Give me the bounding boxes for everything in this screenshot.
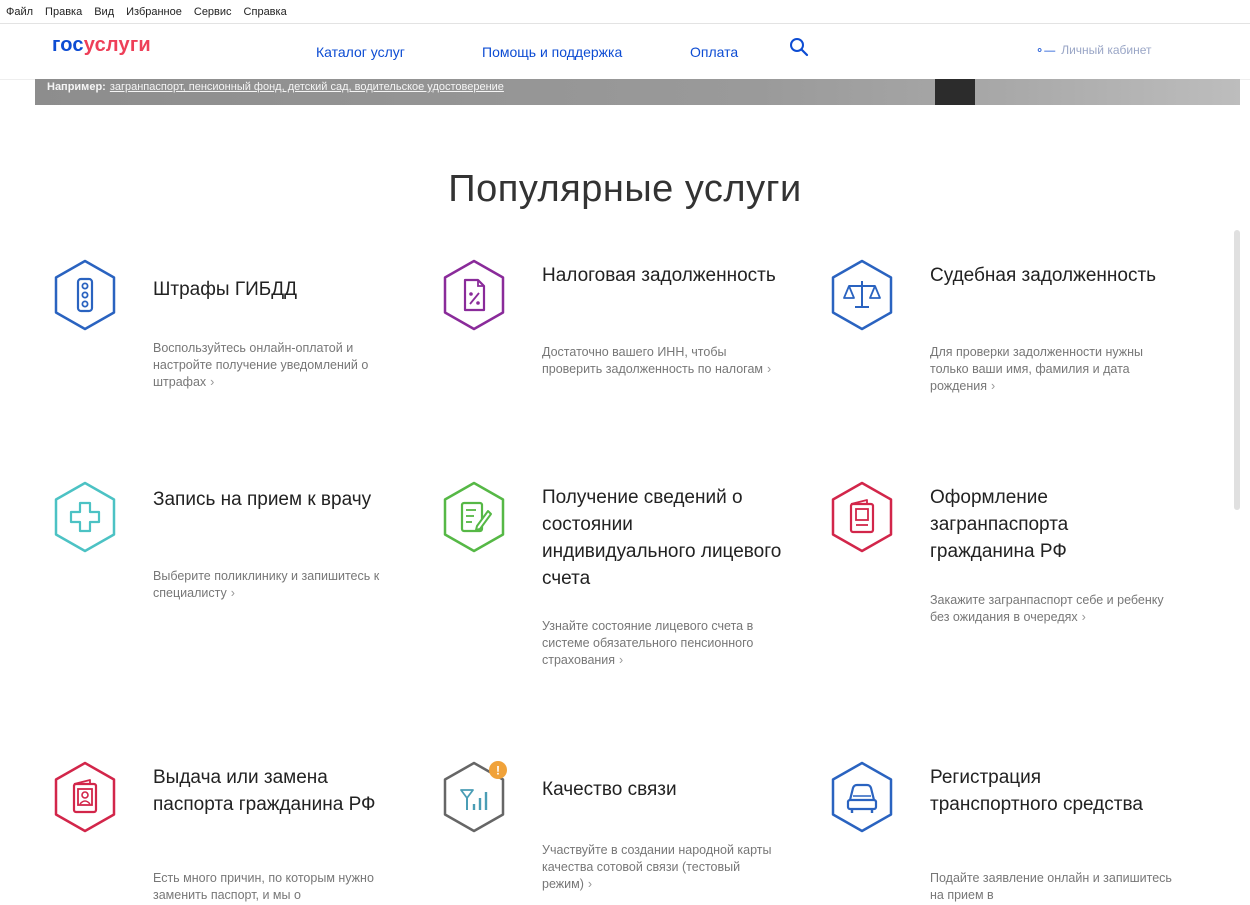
service-vehicle-registration[interactable]: Регистрация транспортного средства Подай… bbox=[829, 760, 1172, 905]
nav-payment[interactable]: Оплата bbox=[690, 44, 738, 60]
service-title[interactable]: Выдача или замена паспорта гражданина РФ bbox=[153, 764, 393, 818]
example-links[interactable]: загранпаспорт, пенсионный фонд, детский … bbox=[110, 81, 504, 93]
service-description[interactable]: Достаточно вашего ИНН, чтобы проверить з… bbox=[542, 344, 787, 378]
service-title[interactable]: Регистрация транспортного средства bbox=[930, 764, 1170, 818]
nav-help[interactable]: Помощь и поддержка bbox=[482, 44, 622, 60]
service-foreign-passport[interactable]: Оформление загранпаспорта гражданина РФ … bbox=[829, 480, 1164, 680]
section-title: Популярные услуги bbox=[448, 168, 802, 210]
service-passport-replacement[interactable]: Выдача или замена паспорта гражданина РФ… bbox=[52, 760, 375, 905]
logo-uslugi: услуги bbox=[83, 34, 151, 56]
service-traffic-fines[interactable]: Штрафы ГИБДД Воспользуйтесь онлайн-оплат… bbox=[52, 258, 372, 418]
scales-icon bbox=[831, 259, 893, 331]
chevron-right-icon: › bbox=[619, 653, 624, 667]
service-court-debt[interactable]: Судебная задолженность Для проверки задо… bbox=[829, 258, 1156, 418]
search-icon bbox=[790, 38, 809, 57]
logo-gos: гос bbox=[52, 34, 84, 56]
service-description[interactable]: Узнайте состояние лицевого счета в систе… bbox=[542, 618, 787, 669]
site-header: госуслуги Каталог услуг Помощь и поддерж… bbox=[0, 24, 1250, 80]
passport-person-icon bbox=[54, 761, 116, 833]
service-description[interactable]: Участвуйте в создании народной карты кач… bbox=[542, 842, 787, 893]
service-description[interactable]: Подайте заявление онлайн и запишитесь на… bbox=[930, 870, 1175, 904]
menu-tools[interactable]: Сервис bbox=[194, 6, 232, 18]
menu-view[interactable]: Вид bbox=[94, 6, 114, 18]
service-cellular-quality[interactable]: ! Качество связи Участвуйте в создании н… bbox=[441, 760, 772, 905]
chevron-right-icon: › bbox=[210, 375, 215, 389]
search-banner: Например: загранпаспорт, пенсионный фонд,… bbox=[35, 79, 1240, 105]
menu-favorites[interactable]: Избранное bbox=[126, 6, 182, 18]
menu-file[interactable]: Файл bbox=[6, 6, 33, 18]
chevron-right-icon: › bbox=[991, 379, 996, 393]
service-title[interactable]: Судебная задолженность bbox=[930, 262, 1170, 289]
service-description[interactable]: Закажите загранпаспорт себе и ребенку бе… bbox=[930, 592, 1175, 626]
chevron-right-icon: › bbox=[230, 586, 235, 600]
search-examples: Например: загранпаспорт, пенсионный фонд,… bbox=[47, 81, 504, 93]
page-scrollbar[interactable] bbox=[1234, 230, 1240, 510]
service-title[interactable]: Получение сведений о состоянии индивидуа… bbox=[542, 484, 782, 592]
chevron-right-icon: › bbox=[587, 877, 593, 891]
search-button[interactable] bbox=[788, 36, 810, 58]
cabinet-label: Личный кабинет bbox=[1061, 43, 1152, 57]
service-title[interactable]: Штрафы ГИБДД bbox=[153, 276, 393, 303]
menu-help[interactable]: Справка bbox=[244, 6, 287, 18]
service-pension-account[interactable]: Получение сведений о состоянии индивидуа… bbox=[441, 480, 781, 700]
edit-document-icon bbox=[443, 481, 505, 553]
passport-icon bbox=[831, 481, 893, 553]
svg-text:!: ! bbox=[496, 764, 500, 778]
service-title[interactable]: Налоговая задолженность bbox=[542, 262, 782, 289]
alert-badge-icon: ! bbox=[489, 761, 507, 779]
menu-edit[interactable]: Правка bbox=[45, 6, 82, 18]
medical-cross-icon bbox=[54, 481, 116, 553]
service-title[interactable]: Оформление загранпаспорта гражданина РФ bbox=[930, 484, 1170, 565]
service-title[interactable]: Запись на прием к врачу bbox=[153, 486, 393, 513]
nav-catalog[interactable]: Каталог услуг bbox=[316, 44, 405, 60]
service-description[interactable]: Воспользуйтесь онлайн-оплатой и настройт… bbox=[153, 340, 398, 391]
key-icon: ⚬— bbox=[1035, 44, 1056, 57]
service-doctor-appointment[interactable]: Запись на прием к врачу Выберите поликли… bbox=[52, 480, 379, 640]
chevron-right-icon: › bbox=[1081, 610, 1086, 624]
service-description[interactable]: Выберите поликлинику и запишитесь к спец… bbox=[153, 568, 398, 602]
tax-document-icon bbox=[443, 259, 505, 331]
personal-cabinet-link[interactable]: ⚬— Личный кабинет bbox=[1035, 43, 1152, 57]
service-title[interactable]: Качество связи bbox=[542, 776, 782, 803]
service-description[interactable]: Есть много причин, по которым нужно заме… bbox=[153, 870, 398, 904]
banner-image bbox=[935, 79, 975, 105]
service-description[interactable]: Для проверки задолженности нужны только … bbox=[930, 344, 1175, 395]
site-logo[interactable]: госуслуги bbox=[52, 34, 151, 57]
browser-menubar: Файл Правка Вид Избранное Сервис Справка bbox=[0, 0, 1250, 24]
service-tax-debt[interactable]: Налоговая задолженность Достаточно вашег… bbox=[441, 258, 776, 418]
chevron-right-icon: › bbox=[767, 362, 772, 376]
car-icon bbox=[831, 761, 893, 833]
example-label: Например: bbox=[47, 81, 106, 93]
traffic-light-icon bbox=[54, 259, 116, 331]
